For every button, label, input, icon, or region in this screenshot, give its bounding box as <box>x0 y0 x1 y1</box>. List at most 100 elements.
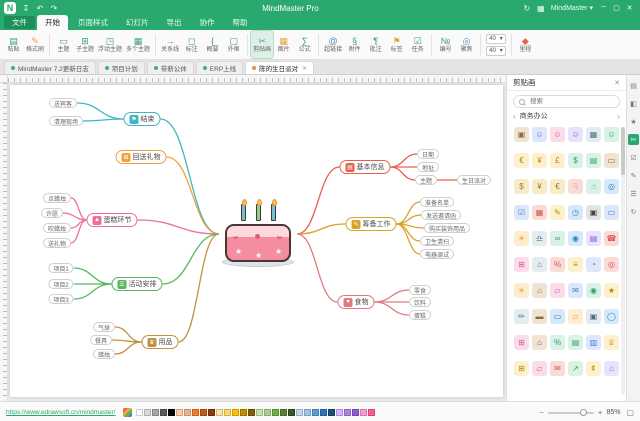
mindmap-subtopic[interactable]: 送宾客 <box>49 98 77 108</box>
idea-bulb-clipart[interactable]: ☀ <box>514 231 529 246</box>
mindmap-subtopic[interactable]: 餐具 <box>90 335 112 345</box>
color-swatch[interactable] <box>192 409 199 416</box>
clipart-button[interactable]: ✂剪贴画 <box>251 31 273 58</box>
money-bag-euro-clipart[interactable]: € <box>550 179 565 194</box>
scales-clipart[interactable]: ♎ <box>532 231 547 246</box>
carton-box-clipart[interactable]: ⊞ <box>514 361 529 376</box>
branch-return-gifts[interactable]: ⊞回送礼物 <box>116 150 167 164</box>
color-swatch[interactable] <box>312 409 319 416</box>
font-size-select[interactable]: 40▾ <box>486 34 506 44</box>
thumbs-up-clipart[interactable]: ☝ <box>586 179 601 194</box>
outline-panel-icon[interactable]: ☰ <box>628 188 639 199</box>
parcel-clipart[interactable]: ⊞ <box>514 335 529 350</box>
workspace-icon[interactable]: ▦ <box>535 4 547 13</box>
promo-link[interactable]: https://www.edrawsoft.cn/mindmaster/ <box>6 409 115 416</box>
clipart-search[interactable] <box>513 95 620 108</box>
mindmap-subtopic[interactable]: 卫生清扫 <box>420 236 454 246</box>
mindmap-subtopic[interactable]: 蜡烛 <box>93 349 115 359</box>
mindmap-subtopic[interactable]: 地址 <box>417 162 439 172</box>
shopping-bag-clipart[interactable]: ▱ <box>550 283 565 298</box>
store-clipart[interactable]: ⌂ <box>604 361 619 376</box>
bar-chart-clipart[interactable]: ▥ <box>586 335 601 350</box>
cents-coin-clipart[interactable]: ¢ <box>586 361 601 376</box>
bank-card-clipart[interactable]: ▭ <box>604 205 619 220</box>
color-swatch[interactable] <box>176 409 183 416</box>
label-button[interactable]: ⚑标签 <box>386 31 407 58</box>
milestone-button[interactable]: ◆里程 <box>515 31 536 58</box>
team-clipart[interactable]: ☺ <box>568 127 583 142</box>
menu-file[interactable]: 文件 <box>4 16 35 29</box>
tab-birthday-party[interactable]: 陈的生日派对✕ <box>245 61 314 74</box>
trophy-clipart[interactable]: ♕ <box>604 335 619 350</box>
handbag-clipart[interactable]: ▱ <box>532 361 547 376</box>
zoom-out-button[interactable]: − <box>539 408 544 417</box>
user-search-clipart[interactable]: ◉ <box>568 231 583 246</box>
color-swatch[interactable] <box>304 409 311 416</box>
id-badge-clipart[interactable]: ▤ <box>586 231 601 246</box>
monitor-clipart[interactable]: ▭ <box>550 309 565 324</box>
redo-icon[interactable]: ↷ <box>48 4 60 13</box>
clipart-search-input[interactable] <box>528 97 608 106</box>
mindmap-subtopic[interactable]: 发送邀请函 <box>421 210 461 220</box>
branch-basic-info[interactable]: ▤基本信息 <box>340 160 391 174</box>
color-swatch[interactable] <box>200 409 207 416</box>
calculator-clipart[interactable]: ▦ <box>586 127 601 142</box>
color-swatch[interactable] <box>264 409 271 416</box>
numbering-button[interactable]: №编号 <box>435 31 456 58</box>
zoom-in-button[interactable]: + <box>598 408 603 417</box>
businesswoman-clipart[interactable]: ☺ <box>550 127 565 142</box>
gift-box-clipart[interactable]: ⊞ <box>514 257 529 272</box>
dollar-note-clipart[interactable]: $ <box>568 153 583 168</box>
mindmap-subtopic[interactable]: 准备名单 <box>420 197 454 207</box>
callout-button[interactable]: ◻标注 <box>181 31 202 58</box>
bank-building-clipart[interactable]: ⌂ <box>532 283 547 298</box>
euro-coin-clipart[interactable]: € <box>514 153 529 168</box>
maximize-button[interactable]: ▢ <box>610 4 623 12</box>
wallet-clipart[interactable]: ▭ <box>604 153 619 168</box>
mindmap-subtopic[interactable]: 项目2 <box>48 279 73 289</box>
color-swatch[interactable] <box>320 409 327 416</box>
color-swatch[interactable] <box>240 409 247 416</box>
subtopic-button[interactable]: ⊞子主题 <box>74 31 96 58</box>
account-dropdown[interactable]: MindMaster ▾ <box>551 4 593 12</box>
color-swatch[interactable] <box>344 409 351 416</box>
color-swatch[interactable] <box>328 409 335 416</box>
memo-pencil-clipart[interactable]: ✎ <box>550 205 565 220</box>
chevron-right-icon[interactable]: › <box>617 112 620 121</box>
tab-changelog[interactable]: MindMaster 7.2更新日志 <box>4 61 96 74</box>
globe-clipart[interactable]: ◯ <box>604 309 619 324</box>
money-bag-yen-clipart[interactable]: ¥ <box>532 179 547 194</box>
panel-close-icon[interactable]: ✕ <box>614 79 620 87</box>
folder-clipart[interactable]: ▱ <box>568 309 583 324</box>
discount-clipart[interactable]: % <box>550 257 565 272</box>
branch-end[interactable]: ⚑结束 <box>124 112 161 126</box>
manager-clipart[interactable]: ☺ <box>604 127 619 142</box>
menu-export[interactable]: 导出 <box>159 15 190 30</box>
picture-button[interactable]: ▦图片 <box>273 31 294 58</box>
mindmap-subtopic[interactable]: 日期 <box>417 149 439 159</box>
summary-button[interactable]: {概要 <box>202 31 223 58</box>
save-icon[interactable]: ↧ <box>20 4 32 13</box>
clipart-panel-icon[interactable]: ✂ <box>628 134 639 145</box>
mindmap-subtopic[interactable]: 零食 <box>409 285 431 295</box>
mindmap-subtopic[interactable]: 许愿 <box>41 208 63 218</box>
mailbox-clipart[interactable]: ✉ <box>550 361 565 376</box>
color-swatch[interactable] <box>208 409 215 416</box>
color-swatch[interactable] <box>272 409 279 416</box>
multi-topic-button[interactable]: ▦多个主题 <box>124 31 152 58</box>
color-swatch[interactable] <box>168 409 175 416</box>
bank-clipart[interactable]: ⌂ <box>532 257 547 272</box>
briefcase-black-clipart[interactable]: ▣ <box>586 205 601 220</box>
fit-screen-icon[interactable]: ▢ <box>626 408 634 417</box>
safe-clipart[interactable]: ▣ <box>586 309 601 324</box>
color-swatch[interactable] <box>144 409 151 416</box>
color-swatch[interactable] <box>248 409 255 416</box>
minimize-button[interactable]: ─ <box>597 4 610 12</box>
style-panel-icon[interactable]: ▤ <box>628 80 639 91</box>
color-swatch[interactable] <box>280 409 287 416</box>
branch-supplies[interactable]: ♛用品 <box>142 335 179 349</box>
menu-collaborate[interactable]: 协作 <box>192 15 223 30</box>
mindmap-subtopic[interactable]: 点蜡烛 <box>43 193 71 203</box>
thumbs-down-clipart[interactable]: ☟ <box>568 179 583 194</box>
tab-paid-leave[interactable]: 带薪公休 <box>147 61 194 74</box>
